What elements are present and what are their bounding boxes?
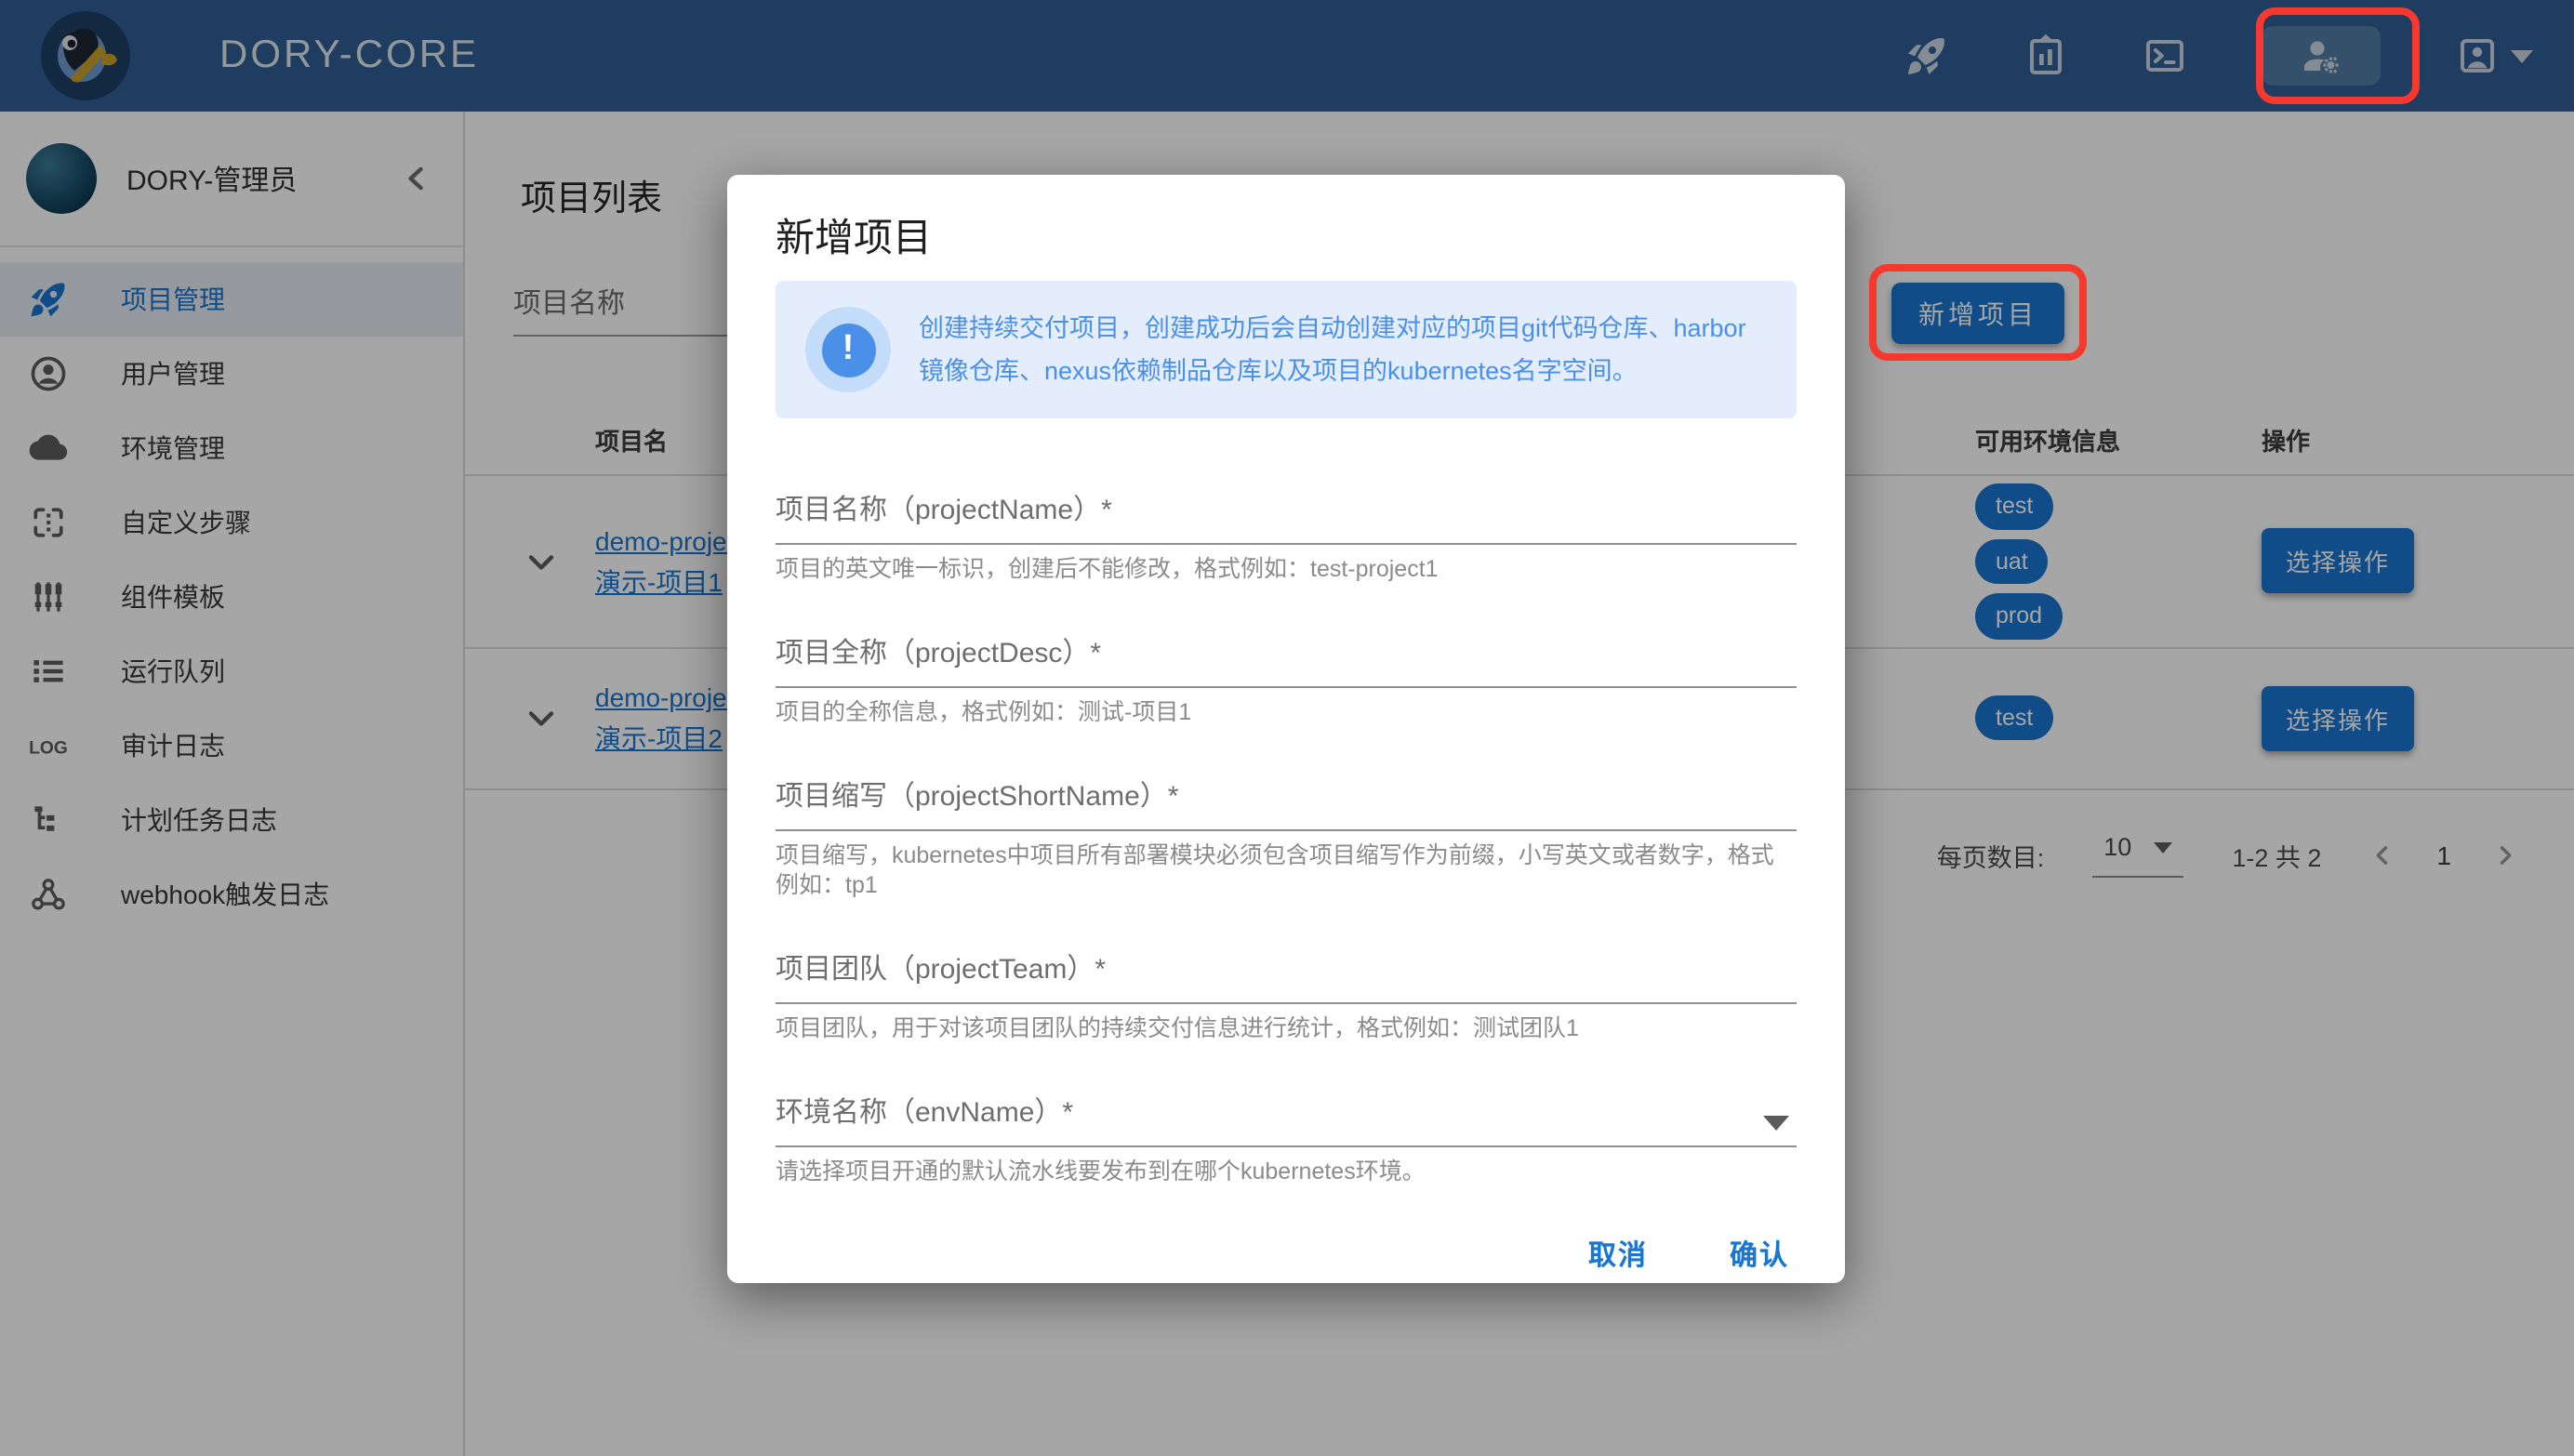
field-underline: [776, 829, 1797, 831]
chevron-down-icon[interactable]: [1763, 1116, 1789, 1131]
form-select-envname[interactable]: 环境名称（envName）* 请选择项目开通的默认流水线要发布到在哪个kubern…: [776, 1095, 1797, 1186]
field-underline: [776, 1145, 1797, 1147]
field-label: 项目团队（projectTeam）*: [776, 952, 1106, 987]
form-field-1[interactable]: 项目全称（projectDesc）* 项目的全称信息，格式例如：测试-项目1: [776, 636, 1797, 727]
dialog-actions: 取消 确认: [776, 1235, 1797, 1274]
field-hint: 项目团队，用于对该项目团队的持续交付信息进行统计，格式例如：测试团队1: [776, 1013, 1797, 1043]
info-banner: ! 创建持续交付项目，创建成功后会自动创建对应的项目git代码仓库、harbor…: [776, 281, 1797, 418]
form-field-2[interactable]: 项目缩写（projectShortName）* 项目缩写，kubernetes中项…: [776, 779, 1797, 900]
field-underline: [776, 686, 1797, 688]
field-hint: 项目的英文唯一标识，创建后不能修改，格式例如：test-project1: [776, 554, 1797, 584]
field-label: 环境名称（envName）*: [776, 1095, 1073, 1131]
field-underline: [776, 1002, 1797, 1004]
field-hint: 请选择项目开通的默认流水线要发布到在哪个kubernetes环境。: [776, 1157, 1797, 1186]
add-project-dialog: 新增项目 ! 创建持续交付项目，创建成功后会自动创建对应的项目git代码仓库、h…: [727, 175, 1845, 1283]
cancel-button[interactable]: 取消: [1588, 1235, 1648, 1274]
info-banner-text: 创建持续交付项目，创建成功后会自动创建对应的项目git代码仓库、harbor镜像…: [919, 307, 1767, 392]
field-hint: 项目缩写，kubernetes中项目所有部署模块必须包含项目缩写作为前缀，小写英…: [776, 841, 1797, 900]
confirm-button[interactable]: 确认: [1730, 1235, 1789, 1274]
field-label: 项目缩写（projectShortName）*: [776, 779, 1178, 814]
field-hint: 项目的全称信息，格式例如：测试-项目1: [776, 697, 1797, 727]
form-field-3[interactable]: 项目团队（projectTeam）* 项目团队，用于对该项目团队的持续交付信息进行…: [776, 952, 1797, 1043]
dialog-title: 新增项目: [776, 208, 1797, 264]
field-label: 项目全称（projectDesc）*: [776, 636, 1101, 671]
field-underline: [776, 543, 1797, 545]
form-field-0[interactable]: 项目名称（projectName）* 项目的英文唯一标识，创建后不能修改，格式例如…: [776, 493, 1797, 584]
field-label: 项目名称（projectName）*: [776, 493, 1112, 528]
info-icon: !: [805, 307, 891, 392]
